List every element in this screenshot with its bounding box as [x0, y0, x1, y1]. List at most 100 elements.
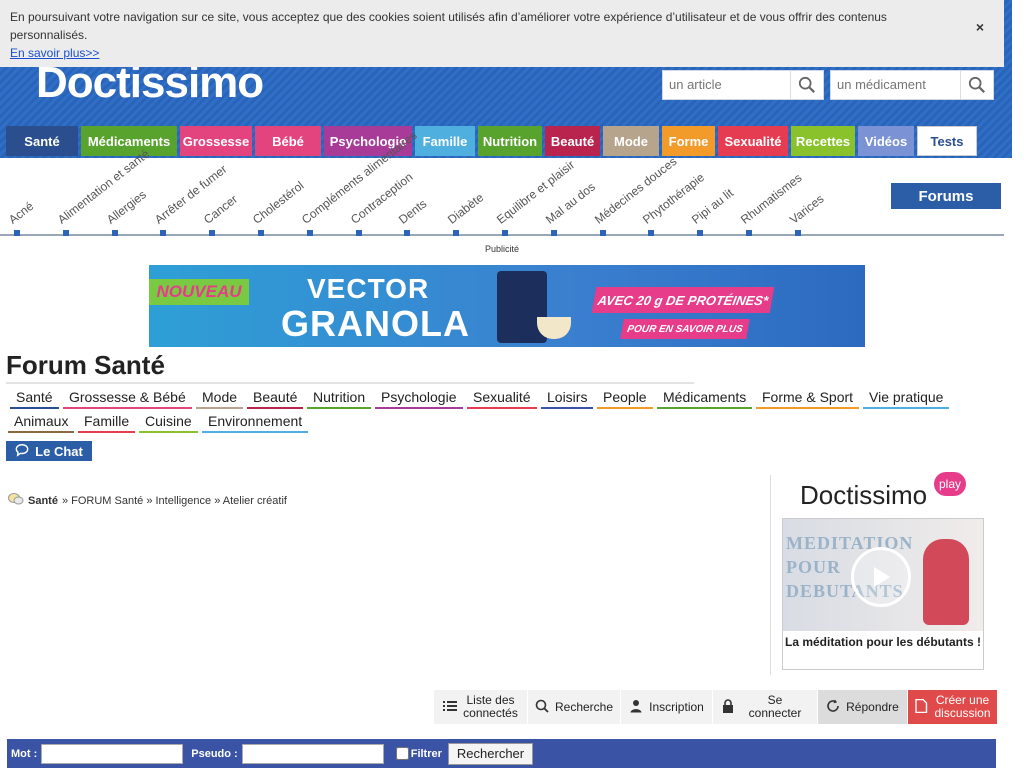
page-title: Forum Santé: [6, 350, 165, 380]
forum-category[interactable]: People: [597, 387, 653, 409]
forum-category[interactable]: Animaux: [8, 411, 75, 433]
forum-category[interactable]: Beauté: [247, 387, 304, 409]
search-icon[interactable]: [960, 71, 993, 99]
title-divider: [6, 382, 694, 384]
nav-tab-bébé[interactable]: Bébé: [255, 126, 321, 156]
document-icon: [914, 698, 928, 716]
banner-product: GRANOLA: [281, 303, 470, 344]
forum-category[interactable]: Vie pratique: [863, 387, 950, 409]
topic-marker: [306, 230, 313, 236]
signup-button[interactable]: Inscription: [620, 690, 712, 724]
topic-link[interactable]: Diabète: [445, 190, 486, 227]
topic-link[interactable]: Pipi au lit: [689, 186, 736, 227]
chat-button[interactable]: Le Chat: [6, 441, 92, 461]
pseudo-label: Pseudo :: [191, 747, 238, 760]
forum-category[interactable]: Cuisine: [139, 411, 198, 433]
new-discussion-label: Créer une discussion: [934, 693, 991, 720]
play-badge: play: [934, 472, 966, 496]
ad-label: Publicité: [484, 244, 520, 254]
breadcrumb-root[interactable]: Santé: [28, 495, 58, 507]
forum-category[interactable]: Famille: [78, 411, 136, 433]
nav-tab-beauté[interactable]: Beauté: [545, 126, 600, 156]
topic-link[interactable]: Allergies: [104, 187, 149, 226]
forum-search-bar: Mot : Pseudo : Filtrer Rechercher: [7, 739, 996, 768]
forum-category[interactable]: Sexualité: [467, 387, 537, 409]
online-users-button[interactable]: Liste des connectés: [433, 690, 527, 724]
search-icon[interactable]: [790, 71, 823, 99]
nav-tab-famille[interactable]: Famille: [415, 126, 475, 156]
nav-tab-nutrition[interactable]: Nutrition: [478, 126, 542, 156]
cookie-banner: En poursuivant votre navigation sur ce s…: [0, 0, 1004, 67]
pseudo-input[interactable]: [241, 743, 384, 764]
reply-icon: [826, 699, 840, 716]
nav-tab-tests[interactable]: Tests: [917, 126, 977, 156]
close-icon[interactable]: ×: [976, 18, 984, 36]
reply-button[interactable]: Répondre: [817, 690, 907, 724]
topic-marker: [62, 230, 69, 236]
article-search-input[interactable]: [663, 71, 795, 97]
nav-tab-santé[interactable]: Santé: [6, 126, 78, 156]
chat-label: Le Chat: [35, 443, 83, 459]
nav-tab-recettes[interactable]: Recettes: [791, 126, 855, 156]
nav-tab-sexualité[interactable]: Sexualité: [718, 126, 788, 156]
cookie-more-link[interactable]: En savoir plus>>: [10, 46, 99, 60]
filter-checkbox[interactable]: [395, 747, 409, 760]
forum-category[interactable]: Loisirs: [541, 387, 594, 409]
keyword-label: Mot :: [11, 747, 38, 760]
topic-link[interactable]: Cancer: [201, 192, 240, 227]
list-icon: [442, 699, 457, 716]
signup-label: Inscription: [649, 699, 704, 714]
forum-category[interactable]: Environnement: [202, 411, 309, 433]
doctissimo-play-logo[interactable]: Doctissimo: [800, 480, 927, 511]
play-icon[interactable]: [851, 547, 911, 607]
topic-link[interactable]: Alimentation et santé: [55, 147, 152, 227]
nav-tab-grossesse[interactable]: Grossesse: [180, 126, 252, 156]
forum-category[interactable]: Grossesse & Bébé: [63, 387, 192, 409]
nav-tab-forme[interactable]: Forme: [662, 126, 715, 156]
topic-marker: [404, 230, 411, 236]
topic-marker: [209, 230, 216, 236]
forum-category[interactable]: Forme & Sport: [756, 387, 860, 409]
topic-link[interactable]: Médecines douces: [592, 154, 679, 227]
banner-proteines: AVEC 20 g DE PROTÉINES*: [591, 287, 775, 313]
topic-marker: [648, 230, 655, 236]
breadcrumb: Santé » FORUM Santé » Intelligence » Ate…: [8, 492, 287, 509]
sidebar-divider: [770, 475, 771, 675]
search-label: Recherche: [554, 699, 614, 714]
forum-category[interactable]: Médicaments: [657, 387, 753, 409]
video-card[interactable]: MEDITATION POUR DEBUTANTS La méditation …: [782, 518, 984, 670]
medicament-search[interactable]: [830, 70, 994, 100]
article-search[interactable]: [662, 70, 824, 100]
nav-tab-vidéos[interactable]: Vidéos: [858, 126, 914, 156]
reply-label: Répondre: [846, 699, 899, 714]
banner-cta[interactable]: POUR EN SAVOIR PLUS: [620, 319, 750, 339]
topic-link[interactable]: Acné: [6, 199, 36, 227]
online-users-label: Liste des connectés: [463, 693, 518, 720]
forum-category[interactable]: Santé: [10, 387, 59, 409]
forum-category[interactable]: Psychologie: [375, 387, 463, 409]
medicament-search-input[interactable]: [831, 71, 963, 97]
topic-marker: [355, 230, 362, 236]
forum-category[interactable]: Mode: [196, 387, 244, 409]
ad-banner[interactable]: NOUVEAU VECTOR GRANOLA AVEC 20 g DE PROT…: [149, 265, 865, 347]
video-caption[interactable]: La méditation pour les débutants !: [783, 635, 983, 649]
search-button[interactable]: Recherche: [527, 690, 620, 724]
topic-marker: [14, 230, 20, 236]
login-button[interactable]: Se connecter: [712, 690, 817, 724]
topic-link[interactable]: Cholestérol: [250, 178, 306, 226]
new-discussion-button[interactable]: Créer une discussion: [907, 690, 997, 724]
topic-link[interactable]: Dents: [396, 196, 429, 226]
breadcrumb-path[interactable]: » FORUM Santé » Intelligence » Atelier c…: [62, 495, 287, 507]
user-icon: [629, 699, 643, 716]
search-submit-button[interactable]: Rechercher: [447, 742, 534, 765]
forums-button[interactable]: Forums: [891, 183, 1001, 209]
topic-marker: [160, 230, 167, 236]
nav-tab-mode[interactable]: Mode: [603, 126, 659, 156]
topic-link[interactable]: Varices: [787, 192, 826, 227]
nav-tab-médicaments[interactable]: Médicaments: [81, 126, 177, 156]
health-topics-nav: Acné Alimentation et santé Allergies Arrête…: [0, 128, 1004, 236]
keyword-input[interactable]: [41, 743, 184, 764]
video-thumbnail[interactable]: MEDITATION POUR DEBUTANTS: [783, 519, 983, 631]
search-icon: [535, 699, 549, 716]
forum-category[interactable]: Nutrition: [307, 387, 372, 409]
